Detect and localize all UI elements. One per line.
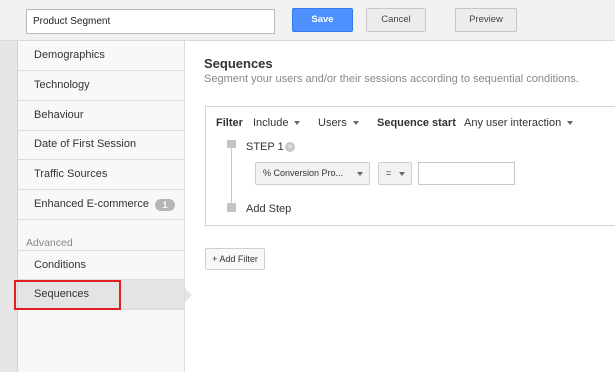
sequence-start-value: Any user interaction [464, 117, 562, 129]
metric-dropdown-value: % Conversion Pro... [263, 168, 344, 178]
sidebar-item-label: Date of First Session [34, 138, 137, 150]
sidebar-item-label: Technology [34, 79, 90, 91]
advanced-section-heading: Advanced [26, 237, 73, 249]
add-step-marker-icon [227, 203, 236, 212]
metric-dropdown[interactable]: % Conversion Pro... [255, 162, 370, 185]
remove-step-icon[interactable]: × [285, 142, 295, 152]
left-edge-strip [0, 41, 18, 372]
sequence-start-label: Sequence start [377, 117, 456, 129]
scope-dropdown[interactable]: Users [318, 117, 359, 129]
active-item-pointer [185, 288, 192, 302]
segment-name-input[interactable] [26, 9, 275, 34]
chevron-down-icon [399, 172, 405, 176]
sidebar-item-label: Demographics [34, 49, 105, 61]
cancel-button[interactable]: Cancel [366, 8, 426, 32]
chevron-down-icon [352, 121, 359, 126]
chevron-down-icon [294, 121, 301, 126]
segment-toolbar: Save Cancel Preview [0, 0, 615, 41]
count-badge: 1 [155, 199, 175, 211]
sidebar-item-date-of-first-session[interactable]: Date of First Session [18, 130, 184, 160]
step-connector-line [231, 147, 232, 207]
page-title: Sequences [204, 56, 273, 71]
include-dropdown[interactable]: Include [253, 117, 301, 129]
sidebar-item-demographics[interactable]: Demographics [18, 41, 184, 71]
sidebar-item-label: Conditions [34, 259, 86, 271]
save-button[interactable]: Save [292, 8, 353, 32]
include-dropdown-label: Include [253, 117, 289, 129]
filter-label: Filter [216, 117, 243, 129]
preview-button[interactable]: Preview [455, 8, 517, 32]
operator-dropdown[interactable]: = [378, 162, 412, 185]
sequence-start-dropdown[interactable]: Any user interaction [464, 117, 574, 129]
sidebar-item-label: Behaviour [34, 109, 84, 121]
chevron-down-icon [567, 121, 574, 126]
sequence-filter-panel: Filter Include Users Sequence start Any … [205, 106, 615, 226]
chevron-down-icon [357, 172, 363, 176]
scope-dropdown-label: Users [318, 117, 347, 129]
step-label: STEP 1 [246, 141, 284, 153]
sidebar-item-behaviour[interactable]: Behaviour [18, 101, 184, 131]
sidebar-item-label: Enhanced E-commerce [34, 198, 149, 210]
sidebar-item-enhanced-ecommerce[interactable]: Enhanced E-commerce 1 [18, 190, 184, 220]
sidebar-item-traffic-sources[interactable]: Traffic Sources [18, 160, 184, 190]
page-subtitle: Segment your users and/or their sessions… [204, 73, 579, 85]
highlight-annotation-box [14, 280, 121, 310]
sidebar-item-technology[interactable]: Technology [18, 71, 184, 101]
add-filter-button[interactable]: + Add Filter [205, 248, 265, 270]
step-marker-icon [227, 140, 236, 148]
sidebar-item-label: Traffic Sources [34, 168, 108, 180]
sidebar-item-conditions[interactable]: Conditions [18, 250, 184, 280]
add-step-link[interactable]: Add Step [246, 203, 291, 215]
operator-dropdown-value: = [386, 168, 392, 178]
segment-sidebar: Demographics Technology Behaviour Date o… [18, 41, 185, 372]
condition-value-input[interactable] [418, 162, 515, 185]
